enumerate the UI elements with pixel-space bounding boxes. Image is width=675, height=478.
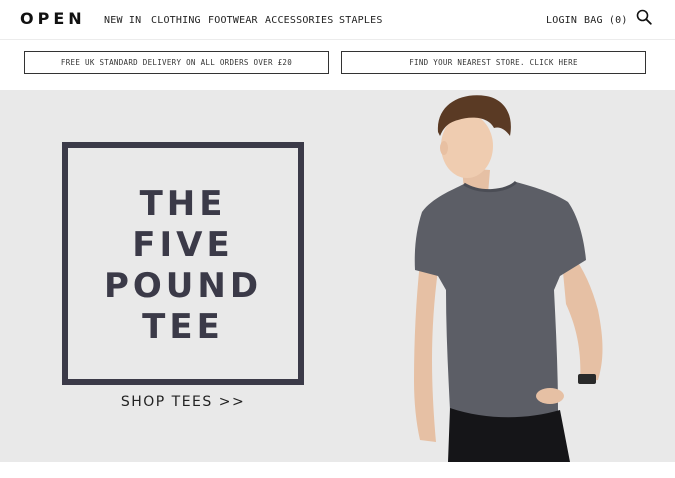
delivery-promo-banner[interactable]: FREE UK STANDARD DELIVERY ON ALL ORDERS … bbox=[24, 51, 329, 74]
nav-item-staples[interactable]: STAPLES bbox=[339, 15, 383, 26]
search-icon[interactable] bbox=[636, 9, 652, 25]
site-header: OPEN NEW IN CLOTHING FOOTWEAR ACCESSORIE… bbox=[0, 0, 675, 40]
headline-line: POUND bbox=[103, 266, 263, 306]
bag-link[interactable]: BAG (0) bbox=[584, 15, 628, 26]
nav-item-new-in[interactable]: NEW IN bbox=[104, 15, 141, 26]
brand-logo[interactable]: OPEN bbox=[20, 9, 86, 28]
headline-line: THE bbox=[139, 184, 227, 224]
hero-banner: THE FIVE POUND TEE SHOP TEES >> bbox=[0, 90, 675, 462]
nav-item-accessories[interactable]: ACCESSORIES bbox=[265, 15, 333, 26]
shop-tees-link[interactable]: SHOP TEES >> bbox=[62, 394, 304, 410]
hero-headline: THE FIVE POUND TEE bbox=[62, 184, 304, 348]
model-image bbox=[414, 95, 603, 462]
login-link[interactable]: LOGIN bbox=[546, 15, 577, 26]
headline-line: TEE bbox=[142, 307, 224, 347]
store-finder-banner[interactable]: FIND YOUR NEAREST STORE. CLICK HERE bbox=[341, 51, 646, 74]
nav-item-clothing[interactable]: CLOTHING bbox=[151, 15, 201, 26]
nav-item-footwear[interactable]: FOOTWEAR bbox=[208, 15, 258, 26]
header-divider bbox=[0, 39, 675, 40]
page-bottom-strip bbox=[0, 462, 675, 478]
headline-line: FIVE bbox=[132, 225, 234, 265]
